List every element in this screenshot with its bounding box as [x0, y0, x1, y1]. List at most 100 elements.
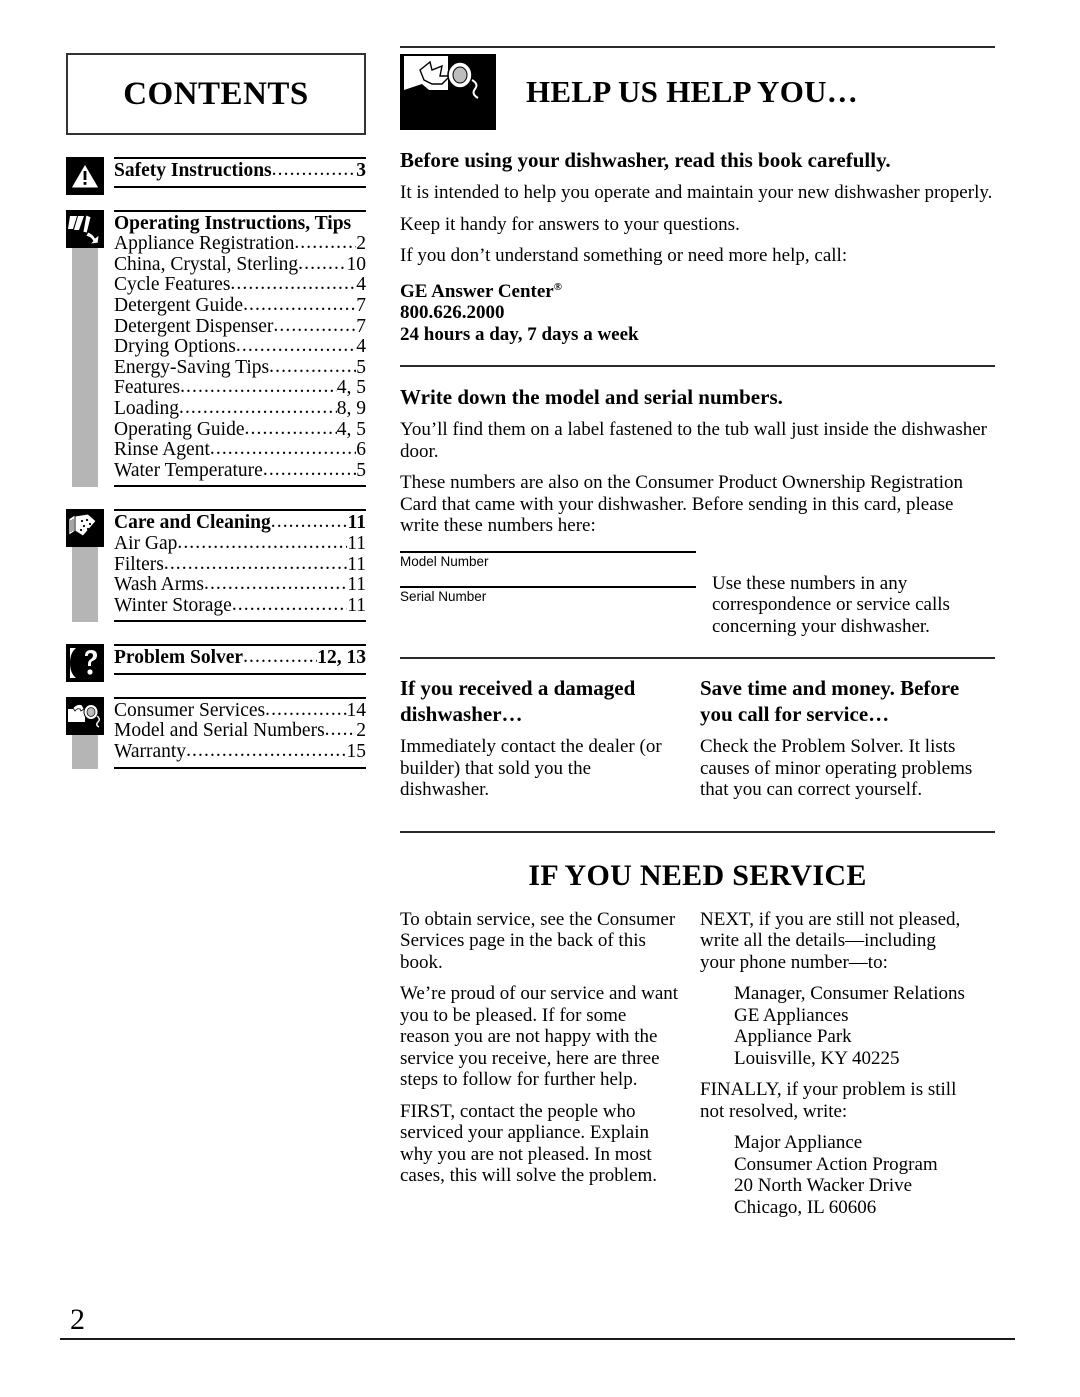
toc-entry-page: 7 — [356, 315, 366, 337]
toc-leader-dots: ........................................… — [262, 459, 356, 480]
toc-entry-label: Appliance Registration — [114, 233, 295, 255]
toc-entry[interactable]: Safety Instructions ....................… — [114, 160, 366, 182]
toc-entry[interactable]: Consumer Services ......................… — [114, 699, 367, 722]
toc-entry[interactable]: Cycle Features .........................… — [114, 274, 366, 296]
toc-entry-label: Cycle Features — [114, 274, 231, 296]
savetime-body: Check the Problem Solver. It lists cause… — [700, 736, 973, 801]
toc-leader-dots: ........................................… — [298, 253, 346, 274]
toc-leader-dots: ........................................… — [273, 315, 357, 336]
toc-leader-dots: ........................................… — [178, 397, 337, 418]
toc-entry-page: 14 — [346, 699, 367, 721]
toc-entry-label: Safety Instructions — [114, 160, 272, 181]
toc-entry-page: 10 — [346, 253, 367, 275]
savetime-heading: Save time and money. Before you call for… — [700, 676, 960, 727]
toc-entry[interactable]: Air Gap ................................… — [114, 532, 366, 555]
section-divider-2 — [400, 657, 995, 660]
care-cleaning-icon — [66, 509, 104, 548]
toc-entry-page: 4 — [356, 274, 366, 296]
toc-leader-dots: ........................................… — [180, 377, 337, 398]
toc-group-rule-bottom — [114, 485, 366, 488]
model-number-label: Model Number — [400, 553, 489, 569]
toc-entry[interactable]: Detergent Guide ........................… — [114, 294, 366, 317]
top-divider — [400, 46, 995, 48]
toc-entry-label: Loading — [114, 397, 179, 419]
help-paragraph-2: Keep it handy for answers to your questi… — [400, 213, 740, 235]
numbers-note: Use these numbers in any correspondence … — [712, 572, 950, 637]
save-time-block: Save time and money. Before you call for… — [700, 675, 975, 811]
toc-group-gray-bar — [72, 734, 98, 769]
toc-entry-label: Features — [114, 377, 181, 399]
toc-entry[interactable]: Energy-Saving Tips .....................… — [114, 356, 366, 379]
toc-entry[interactable]: Detergent Dispenser ....................… — [114, 315, 366, 338]
toc-entry[interactable]: Problem Solver .........................… — [114, 647, 366, 669]
help-paragraph-3: If you don’t understand something or nee… — [400, 245, 848, 266]
section-divider-1 — [400, 365, 995, 368]
service-finally-intro: FINALLY, if your problem is still not re… — [700, 1079, 957, 1122]
page-title: CONTENTS — [123, 75, 309, 112]
toc-entry-label: Detergent Dispenser — [114, 315, 274, 337]
toc-list: Safety Instructions ....................… — [114, 159, 366, 184]
numbers-paragraph-1: You’ll find them on a label fastened to … — [400, 419, 987, 462]
toc-entry[interactable]: Warranty ...............................… — [114, 741, 367, 763]
toc-entry-page: 11 — [347, 594, 366, 616]
toc-entry[interactable]: Care and Cleaning ......................… — [114, 512, 366, 534]
section-divider-3 — [400, 830, 995, 833]
toc-leader-dots: ........................................… — [265, 699, 347, 720]
page-number: 2 — [70, 1303, 85, 1336]
toc-entry[interactable]: Features ...............................… — [114, 377, 366, 399]
damaged-dishwasher-block: If you received a damaged dishwasher… Im… — [400, 675, 700, 811]
toc-list: Care and Cleaning ......................… — [114, 511, 366, 618]
toc-entry[interactable]: Operating Guide ........................… — [114, 418, 366, 441]
ge-answer-center-block: GE Answer Center® 800.626.2000 24 hours … — [400, 277, 995, 346]
toc-entry[interactable]: Filters ................................… — [114, 553, 366, 576]
service-para-1: To obtain service, see the Consumer Serv… — [400, 908, 676, 973]
toc-leader-dots: ........................................… — [163, 553, 347, 574]
damaged-heading: If you received a damaged dishwasher… — [400, 676, 636, 727]
toc-entry[interactable]: Rinse Agent ............................… — [114, 439, 366, 461]
toc-entry[interactable]: China, Crystal, Sterling ...............… — [114, 253, 367, 276]
answer-center-hours: 24 hours a day, 7 days a week — [400, 323, 639, 345]
toc-entry[interactable]: Drying Options .........................… — [114, 336, 366, 358]
warning-triangle-icon — [66, 157, 104, 195]
serial-number-label: Serial Number — [400, 588, 487, 604]
toc-entry[interactable]: Model and Serial Numbers ...............… — [114, 720, 366, 742]
toc-entry[interactable]: Wash Arms ..............................… — [114, 574, 366, 596]
toc-entry[interactable]: Water Temperature ......................… — [114, 459, 366, 482]
toc-entry[interactable]: Loading ................................… — [114, 397, 366, 420]
toc-entry[interactable]: Winter Storage .........................… — [114, 594, 366, 617]
toc-leader-dots: ........................................… — [209, 439, 356, 460]
answer-center-phone: 800.626.2000 — [400, 302, 505, 324]
toc-entry[interactable]: Operating Instructions, Tips — [114, 213, 366, 235]
toc-group-gray-bar — [72, 547, 98, 623]
toc-entry-label: Filters — [114, 553, 164, 575]
toc-leader-dots: ........................................… — [230, 274, 356, 295]
toc-leader-dots: ........................................… — [270, 512, 348, 533]
toc-leader-dots: ........................................… — [177, 532, 348, 553]
toc-leader-dots: ........................................… — [324, 720, 357, 741]
toc-leader-dots: ........................................… — [235, 336, 356, 357]
toc-entry-page: 2 — [356, 233, 366, 255]
service-columns: To obtain service, see the Consumer Serv… — [400, 909, 995, 1229]
toc-group-rule-bottom — [114, 620, 366, 623]
if-you-need-service-title: IF YOU NEED SERVICE — [528, 858, 867, 892]
toc-leader-dots: ........................................… — [231, 594, 347, 615]
toc-leader-dots: ........................................… — [269, 356, 357, 377]
toc-entry-label: Care and Cleaning — [114, 512, 271, 534]
toc-entry[interactable]: Appliance Registration .................… — [114, 233, 366, 255]
help-paragraph-1: It is intended to help you operate and m… — [400, 182, 993, 203]
toc-entry-label: Consumer Services — [114, 699, 266, 721]
toc-leader-dots: ........................................… — [271, 160, 357, 180]
toc-entry-page: 6 — [356, 439, 366, 461]
toc-entry-page: 4, 5 — [336, 418, 366, 440]
toc-entry-page: 3 — [356, 160, 366, 181]
toc-list: Operating Instructions, Tips Appliance Re… — [114, 212, 366, 484]
problem-solver-icon — [66, 644, 104, 683]
toc-entry-label: Air Gap — [114, 532, 178, 554]
toc-leader-dots: ........................................… — [243, 294, 357, 315]
help-heading: Before using your dishwasher, read this … — [400, 148, 891, 172]
toc-entry-page: 7 — [356, 294, 366, 316]
toc-entry-label: Rinse Agent — [114, 439, 210, 461]
toc-group: Safety Instructions ....................… — [66, 157, 366, 195]
help-section-header: HELP US HELP YOU… — [400, 54, 995, 130]
toc-entry-page: 15 — [346, 741, 367, 763]
